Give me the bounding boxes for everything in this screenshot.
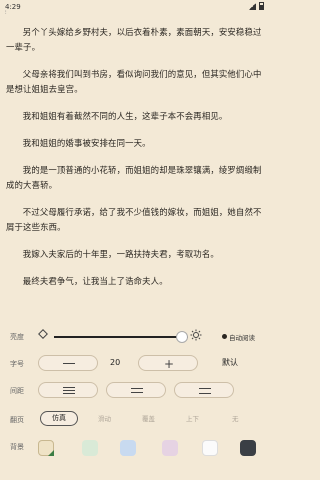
background-swatch-dark[interactable]	[240, 440, 256, 456]
paragraph: 父母亲将我们叫到书房，看似询问我们的意见，但其实他们心中是想让姐姐去皇宫。	[6, 69, 262, 94]
spacing-loose-icon	[199, 388, 211, 396]
paragraph: 最终夫君争气，让我当上了诰命夫人。	[22, 276, 168, 286]
plus-icon: +	[163, 357, 175, 371]
status-bar: 4:29 ⁝	[0, 0, 270, 16]
overflow-dots-icon: ⁝	[5, 10, 7, 16]
font-increase-button[interactable]: +	[138, 355, 198, 371]
background-label: 背景	[10, 443, 24, 451]
paragraph: 我和姐姐有着截然不同的人生，这辈子本不会再相见。	[22, 111, 228, 121]
page-turn-option-cover[interactable]: 覆盖	[142, 413, 155, 423]
page-turn-option-simulation[interactable]: 仿真	[40, 411, 78, 426]
spacing-compact-button[interactable]	[38, 382, 98, 398]
background-swatch-blue[interactable]	[120, 440, 136, 456]
page-turn-label: 翻页	[10, 416, 24, 424]
page-turn-option-none[interactable]: 无	[232, 413, 239, 423]
page-turn-option-vertical[interactable]: 上下	[186, 413, 199, 423]
font-size-row: 字号 20 + 默认	[0, 353, 270, 375]
reading-settings-panel: 亮度 自动阅读 字号 20 + 默认 间距 翻页 仿真 滑动 覆盖 上下 无 背…	[0, 318, 270, 480]
brightness-high-icon[interactable]	[190, 329, 202, 341]
spacing-normal-button[interactable]	[106, 382, 166, 398]
background-swatch-green[interactable]	[82, 440, 98, 456]
brightness-low-icon[interactable]	[38, 329, 48, 339]
brightness-slider[interactable]	[54, 331, 188, 343]
page-turn-row: 翻页 仿真 滑动 覆盖 上下 无	[0, 409, 270, 431]
brightness-slider-thumb[interactable]	[176, 331, 188, 343]
paragraph: 我和姐姐的婚事被安排在同一天。	[22, 138, 151, 148]
font-size-label: 字号	[10, 360, 24, 368]
spacing-label: 间距	[10, 387, 24, 395]
spacing-compact-icon	[63, 387, 75, 396]
signal-icon	[249, 2, 256, 10]
brightness-row: 亮度 自动阅读	[0, 326, 270, 348]
background-swatch-white[interactable]	[202, 440, 218, 456]
paragraph: 另个丫头嫁给乡野村夫，以后衣着朴素，素面朝天，安安稳稳过一辈子。	[6, 27, 262, 52]
font-size-value: 20	[110, 358, 121, 367]
battery-icon	[259, 2, 264, 10]
background-row: 背景	[0, 436, 270, 466]
font-decrease-button[interactable]	[38, 355, 98, 371]
background-swatch-pink[interactable]	[162, 440, 178, 456]
paragraph: 不过父母履行承诺，给了我不少值钱的嫁妆，而姐姐，她自然不屑于这些东西。	[6, 207, 262, 232]
spacing-normal-icon	[131, 388, 143, 395]
minus-icon	[63, 363, 75, 364]
font-default-button[interactable]: 默认	[222, 357, 238, 368]
brightness-label: 亮度	[10, 333, 24, 341]
status-icons	[249, 2, 264, 10]
paragraph: 我嫁入夫家后的十年里，一路扶持夫君，考取功名。	[22, 249, 219, 259]
brightness-slider-fill	[54, 336, 188, 338]
spacing-loose-button[interactable]	[174, 382, 234, 398]
auto-read-radio[interactable]	[222, 334, 227, 339]
page-turn-option-slide[interactable]: 滑动	[98, 413, 111, 423]
spacing-row: 间距	[0, 380, 270, 402]
reader-content[interactable]: 另个丫头嫁给乡野村夫，以后衣着朴素，素面朝天，安安稳稳过一辈子。 父母亲将我们叫…	[6, 25, 264, 301]
background-swatch-parchment[interactable]	[38, 440, 54, 456]
status-time: 4:29	[5, 3, 21, 11]
paragraph: 我的是一顶普通的小花轿，而姐姐的却是珠翠镶满，绫罗绸缎制成的大喜轿。	[6, 165, 262, 190]
auto-read-label[interactable]: 自动阅读	[229, 332, 255, 342]
